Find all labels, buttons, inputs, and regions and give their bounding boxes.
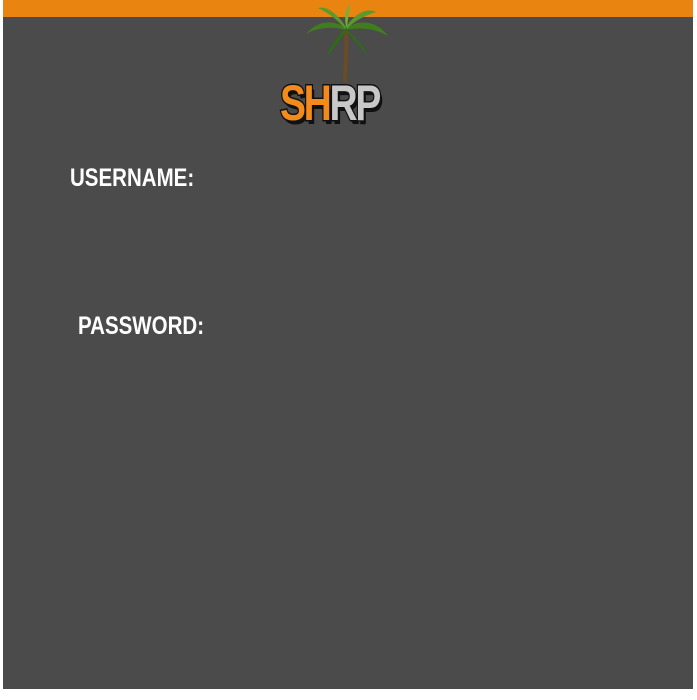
logo-text: SHRP [279, 75, 383, 131]
server-logo: SHRP [276, 0, 416, 165]
password-input[interactable] [221, 314, 525, 344]
password-label: PASSWORD: [78, 312, 205, 340]
login-window: SHRP USERNAME: PASSWORD: [3, 0, 693, 689]
username-label: USERNAME: [70, 164, 195, 192]
logo-text-rp: RP [328, 75, 382, 131]
logo-text-sh: SH [279, 75, 333, 131]
username-input[interactable] [213, 166, 517, 196]
